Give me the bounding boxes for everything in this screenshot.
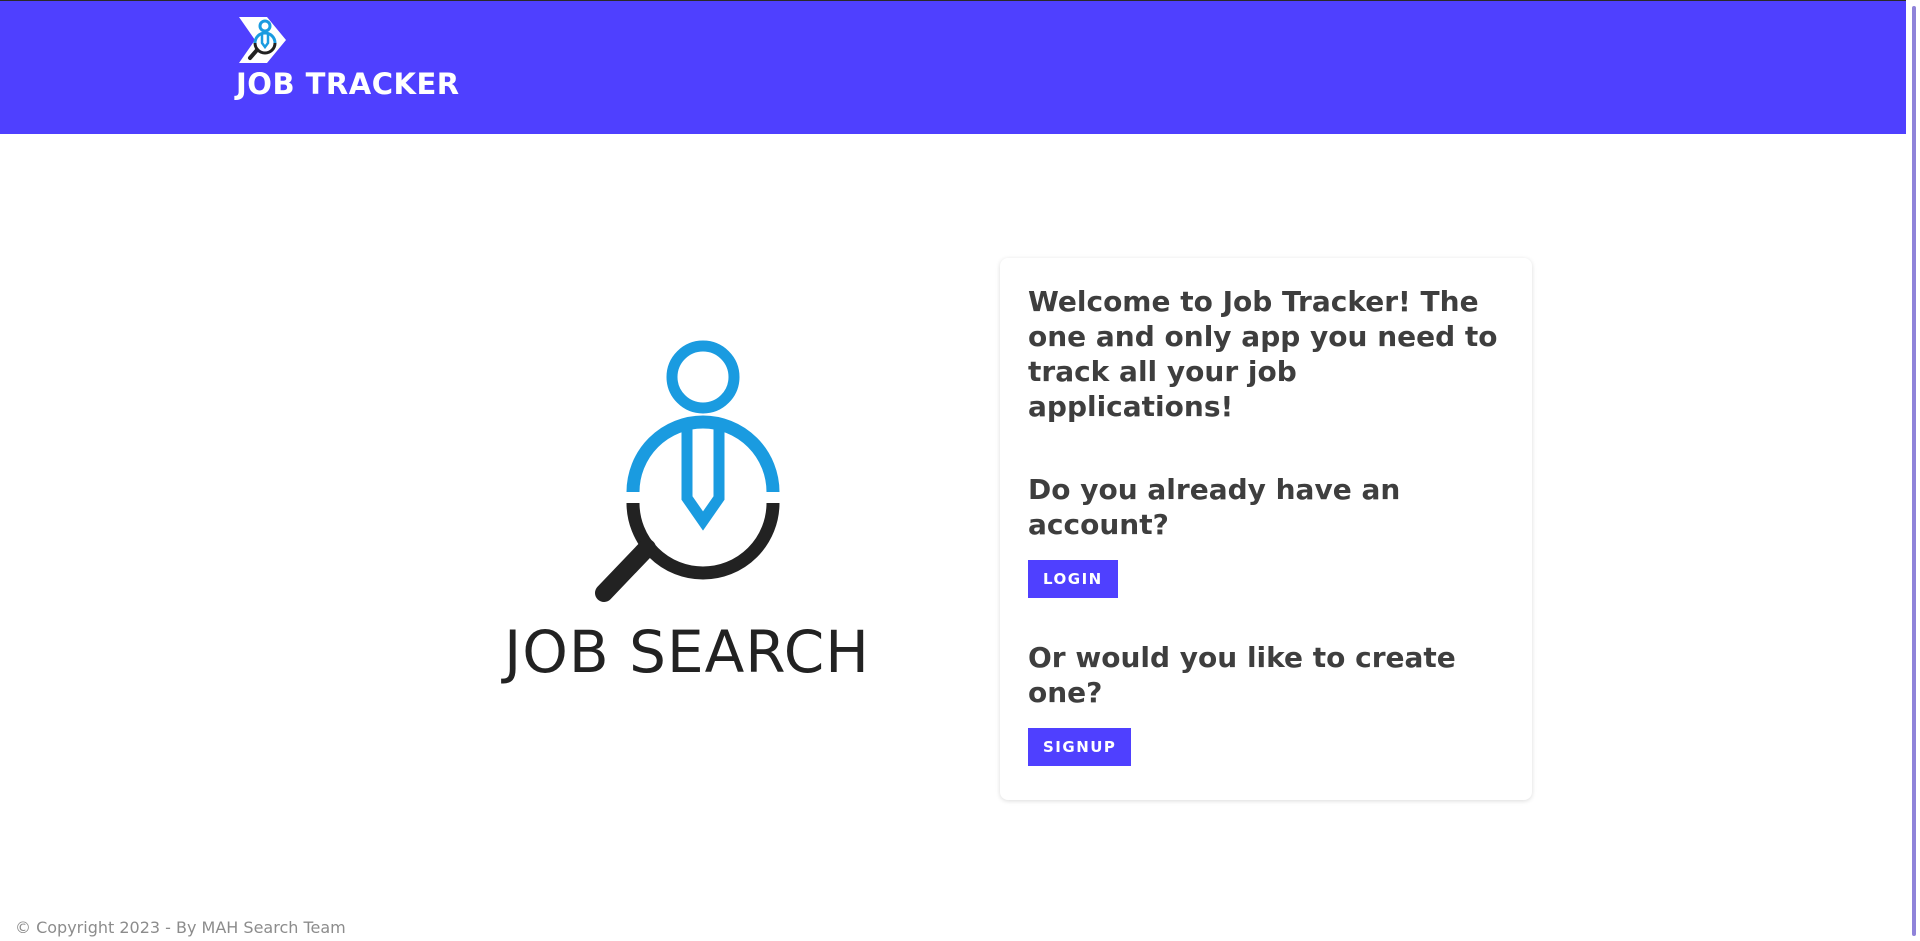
page: JOB TRACKER JOB SEARCH Welcome to Job Tr… [0, 0, 1920, 941]
brand-title: JOB TRACKER [236, 67, 460, 101]
hero-logo-text: JOB SEARCH [504, 618, 870, 686]
copyright-footer: © Copyright 2023 - By MAH Search Team [15, 918, 346, 937]
scrollbar-thumb[interactable] [1912, 6, 1916, 936]
job-search-logo-icon [239, 17, 286, 63]
hero-logo: JOB SEARCH [482, 338, 892, 686]
job-search-person-magnifier-icon [595, 340, 780, 602]
vertical-scrollbar[interactable] [1906, 0, 1920, 941]
welcome-heading: Welcome to Job Tracker! The one and only… [1028, 285, 1498, 423]
signup-button[interactable]: SIGNUP [1028, 728, 1132, 766]
login-button[interactable]: LOGIN [1028, 560, 1118, 598]
login-prompt: Do you already have an account? [1028, 473, 1401, 541]
welcome-card: Welcome to Job Tracker! The one and only… [1000, 258, 1532, 800]
top-navbar: JOB TRACKER [0, 0, 1906, 134]
signup-prompt: Or would you like to create one? [1028, 641, 1456, 709]
